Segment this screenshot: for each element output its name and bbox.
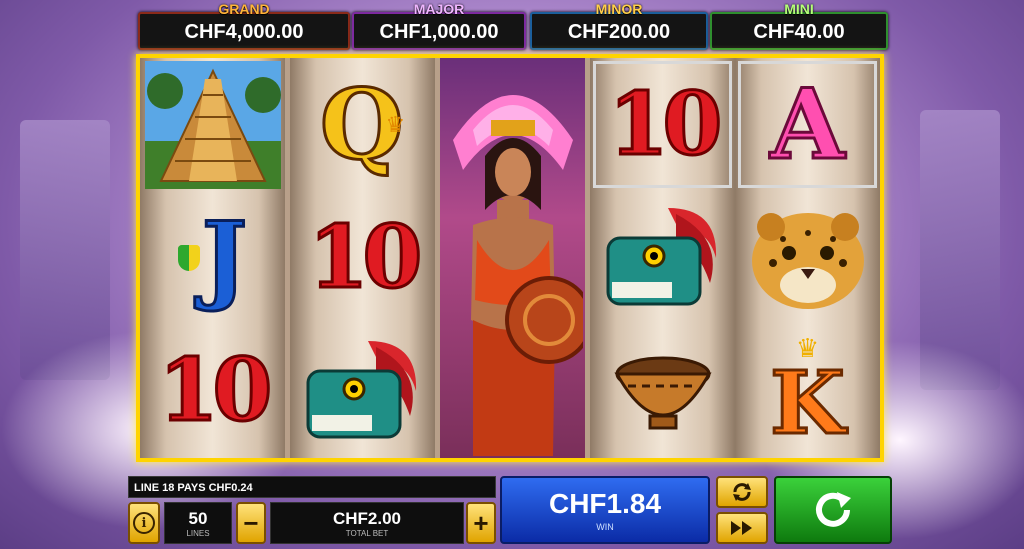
total-bet-label: TOTAL BET [345, 529, 389, 538]
spin-icon [816, 492, 851, 527]
reel-1: J 10 [140, 58, 285, 458]
control-panel: LINE 18 PAYS CHF0.24 i 50 LINES − CHF2.0… [128, 474, 892, 546]
jackpot-minor: MINOR CHF200.00 [530, 2, 708, 50]
symbol-ten: 10 [290, 191, 435, 324]
symbol-bowl [590, 324, 735, 457]
symbol-ten-text: 10 [607, 73, 724, 175]
fast-forward-icon [731, 521, 752, 535]
symbol-j-letter: J [200, 200, 248, 314]
pyramid-icon [144, 60, 281, 189]
jackpot-minor-label: MINOR [595, 1, 643, 17]
bet-increase-button[interactable]: + [466, 502, 496, 544]
crown-icon: ♛ [385, 111, 406, 137]
spin-button[interactable] [774, 476, 892, 544]
jaguar-icon [751, 212, 864, 309]
reel-2: Q ♛ 10 [290, 58, 435, 458]
symbol-j: J [140, 191, 285, 324]
symbol-ten-text: 10 [307, 206, 424, 308]
total-bet-display: CHF2.00 TOTAL BET [270, 502, 464, 544]
symbol-a-letter: A [769, 67, 847, 181]
turbo-button[interactable] [716, 512, 768, 544]
bowl-icon [613, 356, 712, 429]
win-label: WIN [596, 522, 614, 532]
total-bet-value: CHF2.00 [332, 509, 402, 528]
symbol-serpent-head [590, 191, 735, 324]
lines-label: LINES [186, 529, 210, 538]
symbol-jaguar [735, 191, 880, 324]
minus-icon: − [243, 507, 259, 538]
autoplay-icon [733, 483, 751, 501]
jackpot-minor-value: CHF200.00 [567, 21, 671, 43]
jackpot-grand: GRAND CHF4,000.00 [138, 2, 350, 50]
jackpot-major: MAJOR CHF1,000.00 [352, 2, 526, 50]
symbol-q: Q ♛ [290, 58, 435, 191]
serpent-head-icon [306, 340, 416, 438]
jackpot-grand-value: CHF4,000.00 [184, 21, 304, 43]
jackpot-mini-value: CHF40.00 [753, 21, 845, 43]
jackpot-grand-label: GRAND [218, 1, 270, 17]
bet-decrease-button[interactable]: − [236, 502, 266, 544]
warrior-woman-icon [452, 95, 583, 456]
symbol-pyramid [140, 58, 285, 191]
jackpot-mini: MINI CHF40.00 [710, 2, 888, 50]
win-message: LINE 18 PAYS CHF0.24 [128, 476, 496, 498]
info-button[interactable]: i [128, 502, 160, 544]
symbol-k-letter: K [769, 352, 847, 454]
autoplay-button[interactable] [716, 476, 768, 508]
symbol-a: A [735, 58, 880, 191]
symbol-k: ♛ K [735, 324, 880, 457]
symbol-warrior-woman [440, 58, 585, 458]
shield-icon [177, 244, 200, 271]
symbol-serpent-head [290, 324, 435, 457]
win-display: CHF1.84 WIN [500, 476, 710, 544]
info-icon: i [133, 512, 155, 534]
win-value: CHF1.84 [548, 488, 662, 519]
reel-4: 10 [590, 58, 735, 458]
serpent-head-icon [606, 207, 716, 305]
plus-icon: + [473, 507, 489, 538]
symbol-ten-text: 10 [157, 339, 274, 441]
jackpot-major-label: MAJOR [413, 1, 465, 17]
symbol-ten: 10 [590, 58, 735, 191]
reel-3 [440, 58, 585, 458]
lines-value: 50 [188, 509, 208, 528]
symbol-ten: 10 [140, 324, 285, 457]
reel-5: A ♛ K [735, 58, 880, 458]
jackpot-major-value: CHF1,000.00 [379, 21, 499, 43]
reels-frame: J 10 Q ♛ 10 10 A ♛ K [136, 54, 884, 462]
lines-display: 50 LINES [164, 502, 232, 544]
jackpot-mini-label: MINI [784, 1, 814, 17]
